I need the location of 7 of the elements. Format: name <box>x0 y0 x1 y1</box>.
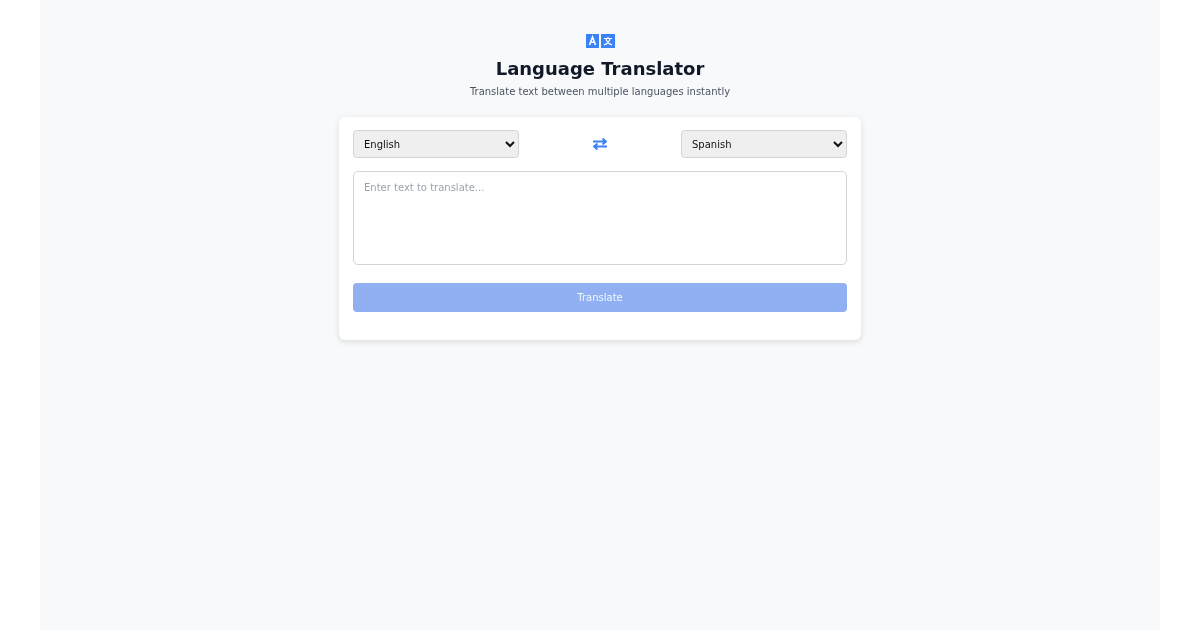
translate-icon <box>585 34 615 49</box>
target-language-select[interactable]: Spanish <box>681 130 847 158</box>
source-language-select[interactable]: English <box>353 130 519 158</box>
app-title: Language Translator <box>495 58 705 79</box>
app-subtitle: Translate text between multiple languages instantly <box>469 86 731 97</box>
swap-icon[interactable] <box>592 137 608 151</box>
text-input-field[interactable]: Enter text to translate... <box>353 171 847 265</box>
